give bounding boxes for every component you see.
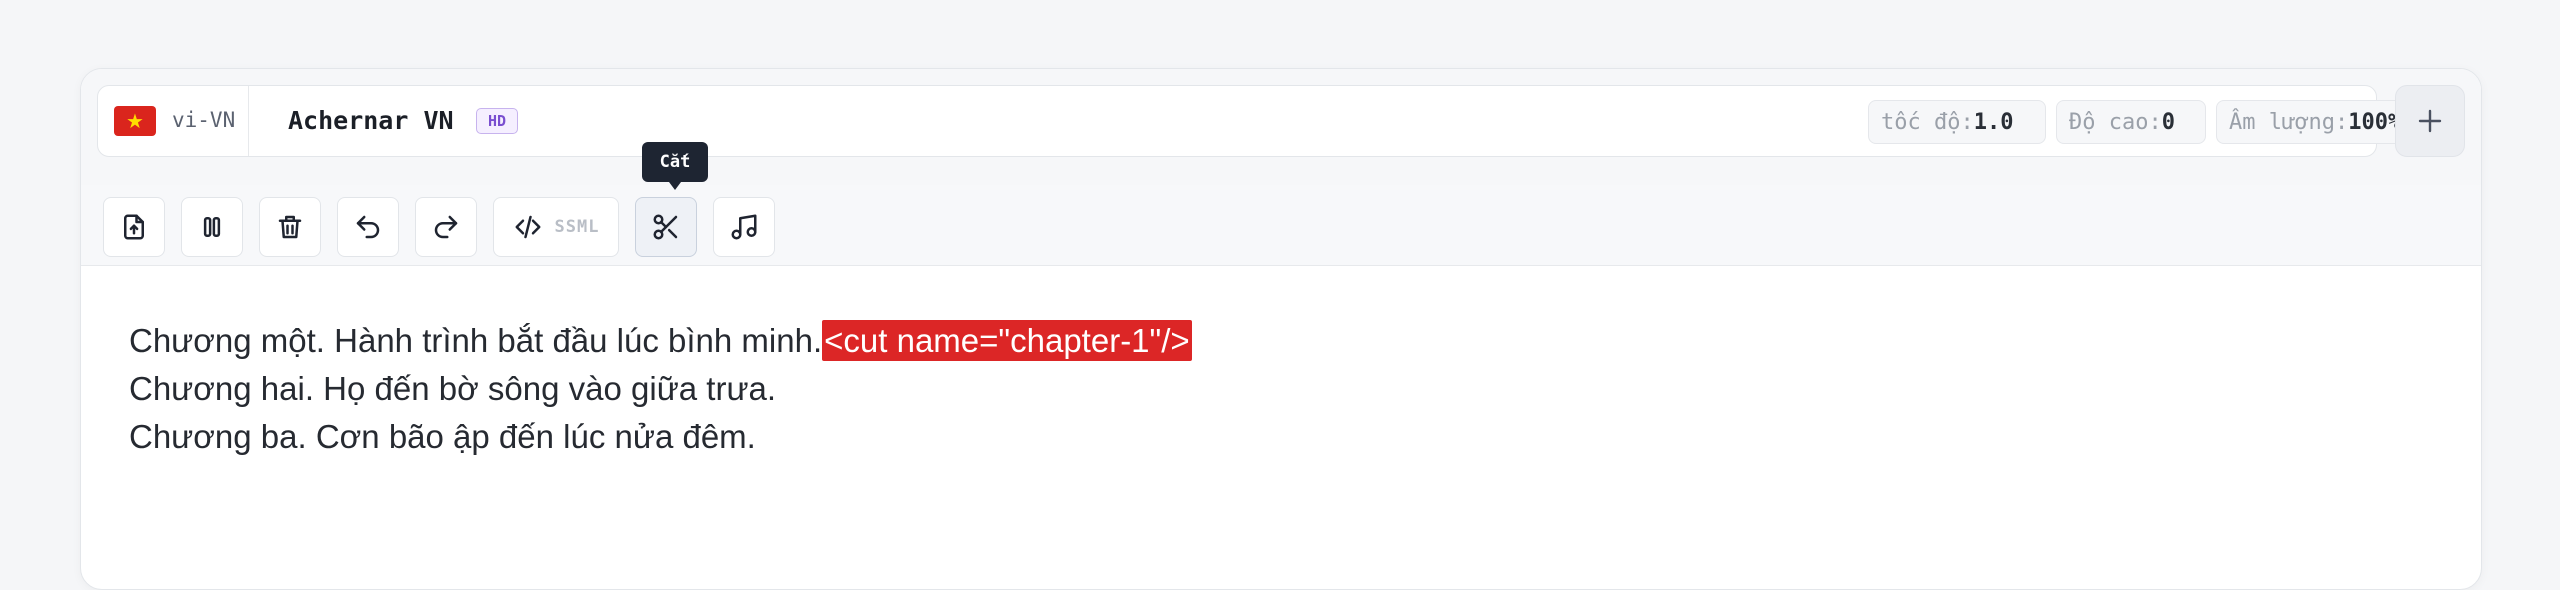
undo-icon [356, 215, 380, 239]
line-text: Chương một. Hành trình bắt đầu lúc bình … [129, 322, 823, 359]
editor-line: Chương ba. Cơn bão ập đến lúc nửa đêm. [129, 418, 756, 455]
language-selector[interactable]: ★ vi-VN [98, 86, 249, 156]
header: ★ vi-VN Achernar VN HD tốc độ: 1.0 Độ ca… [81, 69, 2481, 186]
music-note-icon [731, 214, 757, 240]
pitch-param[interactable]: Độ cao: 0 [2056, 100, 2206, 144]
speed-label: tốc độ: [1881, 109, 1974, 135]
pause-icon [203, 217, 221, 237]
cut-button[interactable] [635, 197, 697, 257]
file-upload-icon [124, 214, 144, 240]
speed-param[interactable]: tốc độ: 1.0 [1868, 100, 2046, 144]
undo-button[interactable] [337, 197, 399, 257]
pitch-value: 0 [2161, 109, 2175, 135]
upload-file-button[interactable] [103, 197, 165, 257]
language-code: vi-VN [172, 108, 236, 132]
cut-tag-highlight[interactable]: <cut name="chapter-1"/> [822, 320, 1192, 361]
trash-icon [278, 215, 302, 239]
editor-line: Chương hai. Họ đến bờ sông vào giữa trưa… [129, 370, 777, 407]
redo-button[interactable] [415, 197, 477, 257]
hd-badge: HD [476, 108, 518, 134]
add-button[interactable] [2395, 85, 2465, 157]
ssml-button[interactable]: SSML [493, 197, 619, 257]
speed-value: 1.0 [1973, 109, 2014, 135]
text-editor[interactable]: Chương một. Hành trình bắt đầu lúc bình … [129, 317, 1192, 461]
redo-icon [434, 215, 458, 239]
code-icon [515, 215, 541, 239]
voice-bar[interactable]: ★ vi-VN Achernar VN HD tốc độ: 1.0 Độ ca… [97, 85, 2440, 157]
music-button[interactable] [713, 197, 775, 257]
delete-button[interactable] [259, 197, 321, 257]
toolbar: SSML [81, 185, 2481, 266]
volume-label: Âm lượng: [2229, 109, 2349, 135]
scissors-icon [653, 214, 678, 240]
plus-icon [2418, 109, 2442, 133]
ssml-label: SSML [554, 217, 600, 237]
vietnam-flag-icon: ★ [114, 106, 156, 136]
editor-line: Chương một. Hành trình bắt đầu lúc bình … [129, 317, 1192, 365]
voice-name[interactable]: Achernar VN [288, 106, 454, 135]
pitch-label: Độ cao: [2069, 109, 2162, 135]
cut-tooltip: Cắt [642, 142, 708, 190]
volume-value: 100% [2348, 109, 2402, 135]
pause-button[interactable] [181, 197, 243, 257]
tts-editor-card: ★ vi-VN Achernar VN HD tốc độ: 1.0 Độ ca… [80, 68, 2482, 590]
